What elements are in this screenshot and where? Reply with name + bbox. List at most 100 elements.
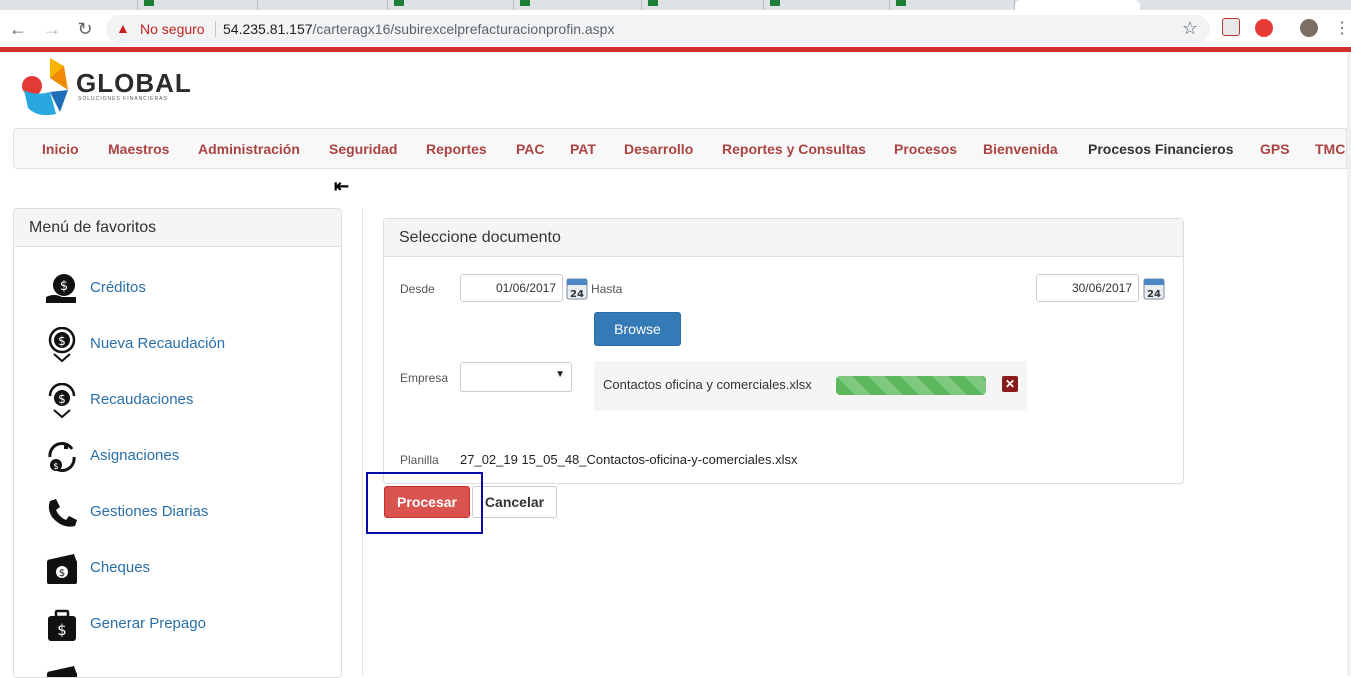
- collapse-sidebar-icon[interactable]: ⇤: [334, 176, 349, 197]
- nav-item-tmc[interactable]: TMC: [1315, 141, 1345, 157]
- money-location-icon: $: [48, 383, 76, 419]
- reload-icon[interactable]: ↻: [73, 17, 97, 41]
- upload-progress-bar: [836, 376, 986, 395]
- svg-text:$: $: [58, 334, 66, 348]
- sidebar-item-generar-prepago[interactable]: $ Generar Prepago: [44, 605, 334, 645]
- sidebar-item-gestiones-diarias[interactable]: Gestiones Diarias: [44, 493, 334, 533]
- desde-date-input[interactable]: 01/06/2017: [460, 274, 563, 302]
- calendar-icon[interactable]: 24: [1143, 276, 1165, 300]
- upload-progress-fill: [836, 376, 986, 395]
- empresa-select[interactable]: ▼: [460, 362, 572, 392]
- sidebar-item-asignaciones[interactable]: $ Asignaciones: [44, 437, 334, 477]
- nav-item-seguridad[interactable]: Seguridad: [329, 141, 397, 157]
- address-bar[interactable]: ▲ No seguro 54.235.81.157/carteragx16/su…: [106, 15, 1210, 43]
- pdf-extension-icon[interactable]: [1222, 18, 1240, 36]
- excel-icon: [394, 0, 404, 6]
- url-text[interactable]: 54.235.81.157/carteragx16/subirexcelpref…: [223, 21, 614, 37]
- sidebar-item-cheques[interactable]: $ Cheques: [44, 549, 334, 589]
- uploaded-file-row: Contactos oficina y comerciales.xlsx ✕: [594, 361, 1027, 411]
- cancelar-button[interactable]: Cancelar: [472, 486, 557, 518]
- top-accent-bar: [0, 47, 1351, 52]
- nav-item-pat[interactable]: PAT: [570, 141, 596, 157]
- browse-button[interactable]: Browse: [594, 312, 681, 346]
- nav-item-administracion[interactable]: Administración: [198, 141, 300, 157]
- money-location-icon: $: [48, 327, 76, 363]
- sidebar-item-creditos[interactable]: $ Créditos: [44, 269, 334, 309]
- cash-stack-icon: $: [47, 554, 77, 584]
- browser-tab[interactable]: [388, 0, 514, 10]
- warning-icon: ▲: [116, 20, 130, 36]
- calendar-icon[interactable]: 24: [566, 276, 588, 300]
- select-document-panel: Seleccione documento Desde 01/06/2017 24…: [383, 218, 1184, 484]
- nav-item-reportes-consultas[interactable]: Reportes y Consultas: [722, 141, 866, 157]
- logo-mark-icon: [22, 58, 68, 116]
- sidebar-item-nueva-recaudacion[interactable]: $ Nueva Recaudación: [44, 325, 334, 365]
- browser-tab-strip: [0, 0, 1351, 10]
- planilla-value: 27_02_19 15_05_48_Contactos-oficina-y-co…: [460, 452, 798, 467]
- planilla-label: Planilla: [400, 453, 439, 467]
- uploaded-file-name: Contactos oficina y comerciales.xlsx: [603, 377, 812, 392]
- excel-icon: [520, 0, 530, 6]
- hasta-date-input[interactable]: 30/06/2017: [1036, 274, 1139, 302]
- nav-item-desarrollo[interactable]: Desarrollo: [624, 141, 693, 157]
- browser-tab[interactable]: [764, 0, 890, 10]
- kebab-menu-icon[interactable]: ⋮: [1330, 17, 1351, 41]
- sidebar-item-label: Recaudaciones: [90, 391, 194, 408]
- browser-tab[interactable]: [514, 0, 642, 10]
- separator: [215, 21, 216, 37]
- panel-title: Seleccione documento: [384, 219, 1183, 257]
- logo[interactable]: GLOBAL SOLUCIONES FINANCIERAS: [20, 56, 200, 120]
- not-secure-label: No seguro: [140, 21, 205, 37]
- sidebar-title: Menú de favoritos: [14, 209, 341, 247]
- svg-text:$: $: [60, 279, 68, 294]
- browser-tab[interactable]: [0, 0, 138, 10]
- svg-text:$: $: [58, 392, 66, 406]
- sidebar-item-label: Asignaciones: [90, 447, 180, 464]
- browser-tab-active[interactable]: [1015, 0, 1140, 10]
- phone-icon: [48, 499, 77, 527]
- avatar[interactable]: [1300, 19, 1318, 37]
- url-host: 54.235.81.157: [223, 21, 313, 37]
- sidebar-item-label: Créditos: [90, 279, 146, 296]
- logo-tagline: SOLUCIONES FINANCIERAS: [78, 96, 168, 102]
- calendar-day: 24: [570, 289, 584, 300]
- nav-item-gps[interactable]: GPS: [1260, 141, 1290, 157]
- excel-icon: [144, 0, 154, 6]
- browser-tab[interactable]: [890, 0, 1015, 10]
- money-hand-icon: $: [46, 274, 76, 303]
- excel-icon: [648, 0, 658, 6]
- sidebar-item-label: Cheques: [90, 559, 151, 576]
- remove-file-icon[interactable]: ✕: [1002, 376, 1018, 392]
- extension-icon[interactable]: [1255, 19, 1273, 37]
- browser-tab[interactable]: [258, 0, 388, 10]
- nav-item-procesos[interactable]: Procesos: [894, 141, 957, 157]
- nav-item-pac[interactable]: PAC: [516, 141, 545, 157]
- empresa-label: Empresa: [400, 371, 449, 385]
- nav-item-reportes[interactable]: Reportes: [426, 141, 487, 157]
- browser-toolbar: ← → ↻ ▲ No seguro 54.235.81.157/carterag…: [0, 10, 1351, 47]
- main-navbar: Inicio Maestros Administración Seguridad…: [13, 128, 1347, 169]
- desde-label: Desde: [400, 282, 435, 296]
- chevron-down-icon: ▼: [555, 369, 565, 380]
- url-path: /carteragx16/subirexcelprefacturacionpro…: [312, 21, 615, 37]
- logo-name: GLOBAL: [76, 68, 192, 98]
- sidebar-item-partial[interactable]: [44, 661, 334, 677]
- sidebar-item-recaudaciones[interactable]: $ Recaudaciones: [44, 381, 334, 421]
- nav-item-bienvenida[interactable]: Bienvenida: [983, 141, 1058, 157]
- nav-item-inicio[interactable]: Inicio: [42, 141, 79, 157]
- browser-tab[interactable]: [642, 0, 764, 10]
- highlight-box: [366, 472, 483, 534]
- nav-item-procesos-financieros[interactable]: Procesos Financieros: [1088, 141, 1234, 157]
- money-cycle-icon: $: [48, 442, 76, 472]
- sidebar-item-label: Nueva Recaudación: [90, 335, 226, 352]
- calendar-day: 24: [1147, 289, 1161, 300]
- back-arrow-icon[interactable]: ←: [6, 17, 30, 41]
- scrollbar[interactable]: [1347, 52, 1351, 676]
- sidebar-item-label: Generar Prepago: [90, 615, 206, 632]
- browser-tab[interactable]: [138, 0, 258, 10]
- forward-arrow-icon[interactable]: →: [40, 17, 64, 41]
- svg-text:$: $: [53, 462, 59, 472]
- money-bag-icon: $: [48, 609, 76, 641]
- nav-item-maestros[interactable]: Maestros: [108, 141, 169, 157]
- bookmark-star-icon[interactable]: ☆: [1182, 18, 1198, 39]
